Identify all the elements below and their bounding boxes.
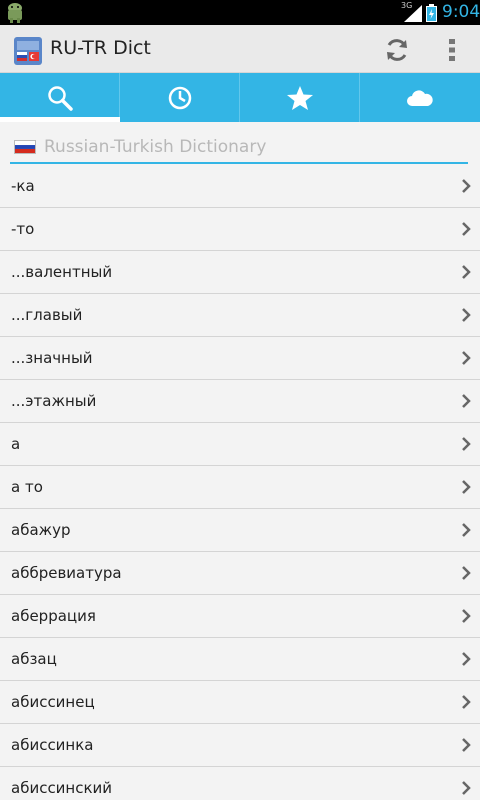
status-bar: 3G 9:04 <box>0 0 480 25</box>
overflow-menu-icon <box>449 39 455 61</box>
list-item-word: ...этажный <box>11 392 97 410</box>
list-item-word: -то <box>11 220 35 238</box>
chevron-right-icon <box>462 351 471 365</box>
list-item-word: а <box>11 435 21 453</box>
russian-flag-icon <box>14 140 36 154</box>
list-item-word: а то <box>11 478 43 496</box>
chevron-right-icon <box>462 222 471 236</box>
chevron-right-icon <box>462 781 471 795</box>
list-item-word: абиссинец <box>11 693 95 711</box>
search-box <box>10 130 468 164</box>
list-item-word: абиссинский <box>11 779 113 797</box>
chevron-right-icon <box>462 523 471 537</box>
battery-charging-icon <box>426 4 437 22</box>
chevron-right-icon <box>462 265 471 279</box>
list-item[interactable]: абзац <box>0 638 480 681</box>
cloud-icon <box>407 89 433 106</box>
tab-history[interactable] <box>120 73 240 122</box>
chevron-right-icon <box>462 609 471 623</box>
list-item[interactable]: -ка <box>0 165 480 208</box>
list-item-word: абажур <box>11 521 71 539</box>
refresh-button[interactable] <box>380 33 414 67</box>
list-item[interactable]: ...значный <box>0 337 480 380</box>
chevron-right-icon <box>462 695 471 709</box>
tab-cloud[interactable] <box>360 73 480 122</box>
tab-search[interactable] <box>0 73 120 122</box>
app-logo-icon <box>14 37 42 65</box>
list-item-word: -ка <box>11 177 35 195</box>
action-bar: RU-TR Dict <box>0 25 480 73</box>
history-clock-icon <box>168 86 191 109</box>
list-item[interactable]: ...валентный <box>0 251 480 294</box>
list-item[interactable]: ...этажный <box>0 380 480 423</box>
list-item[interactable]: абиссинец <box>0 681 480 724</box>
favorites-star-icon <box>286 85 313 110</box>
list-item[interactable]: абажур <box>0 509 480 552</box>
chevron-right-icon <box>462 652 471 666</box>
search-input[interactable] <box>44 133 454 161</box>
list-item[interactable]: абиссинский <box>0 767 480 800</box>
list-item-word: ...валентный <box>11 263 113 281</box>
tab-bar <box>0 73 480 122</box>
list-item-word: ...главый <box>11 306 83 324</box>
list-item[interactable]: а <box>0 423 480 466</box>
list-item-word: абиссинка <box>11 736 94 754</box>
signal-strength-icon <box>404 5 422 22</box>
list-item[interactable]: -то <box>0 208 480 251</box>
clock: 9:04 <box>442 2 480 22</box>
list-item[interactable]: аберрация <box>0 595 480 638</box>
chevron-right-icon <box>462 437 471 451</box>
overflow-menu-button[interactable] <box>438 33 466 67</box>
refresh-icon <box>387 39 407 61</box>
list-item[interactable]: ...главый <box>0 294 480 337</box>
chevron-right-icon <box>462 566 471 580</box>
chevron-right-icon <box>462 394 471 408</box>
word-list: -ка -то ...валентный ...главый ...значный...… <box>0 165 480 800</box>
chevron-right-icon <box>462 179 471 193</box>
list-item[interactable]: абиссинка <box>0 724 480 767</box>
chevron-right-icon <box>462 308 471 322</box>
list-item-word: аббревиатура <box>11 564 122 582</box>
list-item[interactable]: а то <box>0 466 480 509</box>
chevron-right-icon <box>462 480 471 494</box>
list-item-word: аберрация <box>11 607 96 625</box>
android-icon <box>8 3 22 23</box>
list-item-word: ...значный <box>11 349 93 367</box>
chevron-right-icon <box>462 738 471 752</box>
search-icon <box>47 85 73 111</box>
app-title: RU-TR Dict <box>50 37 151 59</box>
list-item[interactable]: аббревиатура <box>0 552 480 595</box>
tab-favorites[interactable] <box>240 73 360 122</box>
list-item-word: абзац <box>11 650 57 668</box>
